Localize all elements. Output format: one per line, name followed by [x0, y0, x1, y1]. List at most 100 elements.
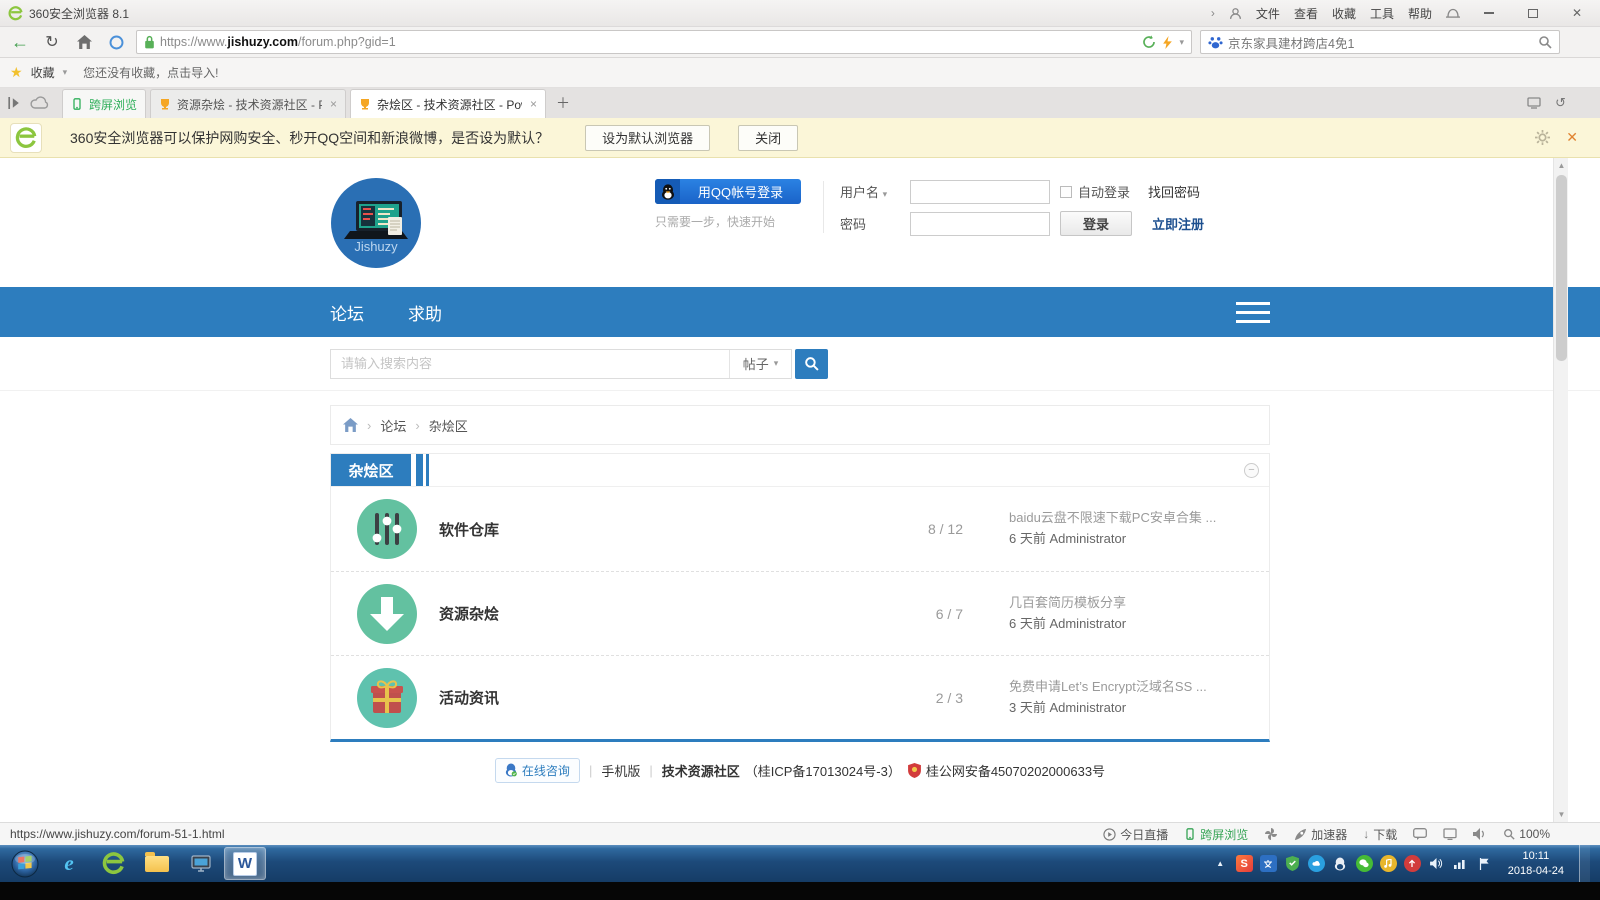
lastpost-title[interactable]: 免费申请Let’s Encrypt泛域名SS ...: [1009, 678, 1243, 697]
network-icon[interactable]: [1452, 855, 1469, 872]
user-account-icon[interactable]: [1229, 7, 1242, 20]
forum-search-button[interactable]: [795, 349, 828, 379]
site-logo[interactable]: Jishuzy: [330, 177, 422, 269]
url-field[interactable]: https://www.jishuzy.com/forum.php?gid=1 …: [136, 30, 1192, 54]
qq-tray-icon[interactable]: [1332, 855, 1349, 872]
taskbar-word-button[interactable]: W: [224, 847, 266, 880]
set-default-browser-button[interactable]: 设为默认浏览器: [585, 125, 710, 151]
hidden-icons-chevron[interactable]: ▲: [1212, 855, 1229, 872]
favorites-label[interactable]: 收藏: [31, 64, 55, 81]
cross-screen-button[interactable]: 跨屏浏览: [1184, 826, 1248, 843]
browser-search-input[interactable]: [1228, 35, 1533, 49]
menu-file[interactable]: 文件: [1256, 5, 1280, 22]
login-button[interactable]: 登录: [1060, 211, 1132, 236]
action-flag-icon[interactable]: [1476, 855, 1493, 872]
section-title[interactable]: 杂烩区: [331, 454, 411, 486]
tab-list-icon[interactable]: [8, 97, 20, 109]
security-shield-icon[interactable]: [1284, 855, 1301, 872]
zoom-control[interactable]: 100%: [1503, 827, 1550, 841]
favorites-dropdown-icon[interactable]: ▾: [63, 67, 68, 78]
cloud-sync-icon[interactable]: [30, 96, 50, 110]
online-service-button[interactable]: 在线咨询: [495, 758, 580, 783]
lastpost-meta[interactable]: 6 天前 Administrator: [1009, 615, 1243, 634]
search-engine-paw-icon[interactable]: [1208, 35, 1223, 50]
section-collapse-button[interactable]: −: [1244, 463, 1259, 478]
mode-dropdown-icon[interactable]: ▾: [1179, 37, 1184, 48]
download-arrow-icon[interactable]: [357, 584, 417, 644]
taskbar-explorer-icon[interactable]: [136, 847, 178, 880]
favorites-hint[interactable]: 您还没有收藏，点击导入!: [83, 64, 218, 81]
forum-row-activities[interactable]: 活动资讯 2 / 3 免费申请Let’s Encrypt泛域名SS ... 3 …: [331, 655, 1269, 739]
taskbar-device-tool-icon[interactable]: [180, 847, 222, 880]
refresh-green-icon[interactable]: [1142, 35, 1156, 49]
close-button[interactable]: ✕: [1562, 4, 1592, 23]
browser-search-box[interactable]: [1200, 30, 1560, 54]
forum-row-software[interactable]: 软件仓库 8 / 12 baidu云盘不限速下载PC安卓合集 ... 6 天前 …: [331, 487, 1269, 571]
security-record-link[interactable]: 桂公网安备45070202000633号: [926, 761, 1105, 780]
qq-login-button[interactable]: 用QQ帐号登录: [655, 179, 801, 204]
page-scrollbar[interactable]: ▲ ▼: [1553, 158, 1568, 822]
tab-zahuiqu-active[interactable]: 杂烩区 - 技术资源社区 - Powe ×: [350, 89, 546, 118]
skin-icon[interactable]: [1446, 8, 1460, 19]
site-safety-icon[interactable]: [104, 30, 128, 54]
wechat-tray-icon[interactable]: [1356, 855, 1373, 872]
site-name[interactable]: 技术资源社区: [662, 761, 740, 780]
cloud-drive-icon[interactable]: [1308, 855, 1325, 872]
lastpost-title[interactable]: 几百套简历模板分享: [1009, 594, 1243, 613]
favorites-star-icon[interactable]: ★: [10, 64, 23, 81]
sliders-icon[interactable]: [357, 499, 417, 559]
show-desktop-button[interactable]: [1579, 845, 1590, 882]
window-layout-icon[interactable]: [1443, 828, 1457, 840]
password-input[interactable]: [910, 212, 1050, 236]
reopen-closed-tab-icon[interactable]: ↻: [1555, 95, 1566, 111]
pinwheel-icon[interactable]: [1264, 827, 1278, 841]
send-to-desktop-icon[interactable]: [1527, 95, 1541, 111]
nav-help[interactable]: 求助: [408, 300, 442, 325]
forum-name[interactable]: 软件仓库: [439, 519, 901, 540]
volume-icon[interactable]: [1473, 828, 1487, 840]
tab-close-icon[interactable]: ×: [330, 97, 337, 111]
taskbar-clock[interactable]: 10:11 2018-04-24: [1508, 849, 1564, 879]
forum-name[interactable]: 资源杂烩: [439, 603, 901, 624]
taskbar-360-browser-icon[interactable]: [92, 847, 134, 880]
tab-ziyuanzahui[interactable]: 资源杂烩 - 技术资源社区 - Pov ×: [150, 89, 346, 118]
crumb-section[interactable]: 杂烩区: [429, 416, 468, 435]
lastpost-meta[interactable]: 6 天前 Administrator: [1009, 530, 1243, 549]
nav-forum[interactable]: 论坛: [330, 300, 364, 325]
message-icon[interactable]: [1413, 828, 1427, 841]
username-dropdown-icon[interactable]: ▾: [883, 189, 888, 199]
search-go-icon[interactable]: [1538, 35, 1552, 49]
scrollbar-thumb[interactable]: [1556, 175, 1567, 361]
update-tray-icon[interactable]: [1404, 855, 1421, 872]
menu-help[interactable]: 帮助: [1408, 5, 1432, 22]
taskbar-ie-icon[interactable]: e: [48, 847, 90, 880]
live-today-button[interactable]: 今日直播: [1103, 826, 1168, 843]
tab-close-icon[interactable]: ×: [530, 97, 537, 111]
register-link[interactable]: 立即注册: [1152, 214, 1204, 233]
start-button[interactable]: [4, 847, 46, 880]
home-button[interactable]: [72, 30, 96, 54]
forum-row-resources[interactable]: 资源杂烩 6 / 7 几百套简历模板分享 6 天前 Administrator: [331, 571, 1269, 655]
restore-button[interactable]: [1518, 4, 1548, 23]
gift-icon[interactable]: [357, 668, 417, 728]
sogou-input-icon[interactable]: S: [1236, 855, 1253, 872]
nav-menu-icon[interactable]: [1236, 302, 1270, 323]
menu-tools[interactable]: 工具: [1370, 5, 1394, 22]
minimize-button[interactable]: [1474, 4, 1504, 23]
notice-settings-gear-icon[interactable]: [1535, 130, 1550, 145]
music-tray-icon[interactable]: [1380, 855, 1397, 872]
search-type-select[interactable]: 帖子▾: [729, 350, 791, 378]
speed-mode-icon[interactable]: [1163, 36, 1172, 49]
home-icon[interactable]: [343, 418, 358, 432]
mobile-version-link[interactable]: 手机版: [601, 761, 640, 780]
menu-view[interactable]: 查看: [1294, 5, 1318, 22]
reload-button[interactable]: ↻: [40, 30, 64, 54]
forum-search-input[interactable]: [331, 356, 729, 371]
lastpost-title[interactable]: baidu云盘不限速下载PC安卓合集 ...: [1009, 509, 1243, 528]
notice-dismiss-icon[interactable]: ✕: [1566, 129, 1578, 146]
extensions-collapse-icon[interactable]: ›: [1211, 6, 1215, 20]
tab-cross-screen[interactable]: 跨屏浏览: [62, 89, 146, 118]
language-bar-icon[interactable]: [1260, 855, 1277, 872]
crumb-forum[interactable]: 论坛: [380, 416, 406, 435]
menu-favorites[interactable]: 收藏: [1332, 5, 1356, 22]
